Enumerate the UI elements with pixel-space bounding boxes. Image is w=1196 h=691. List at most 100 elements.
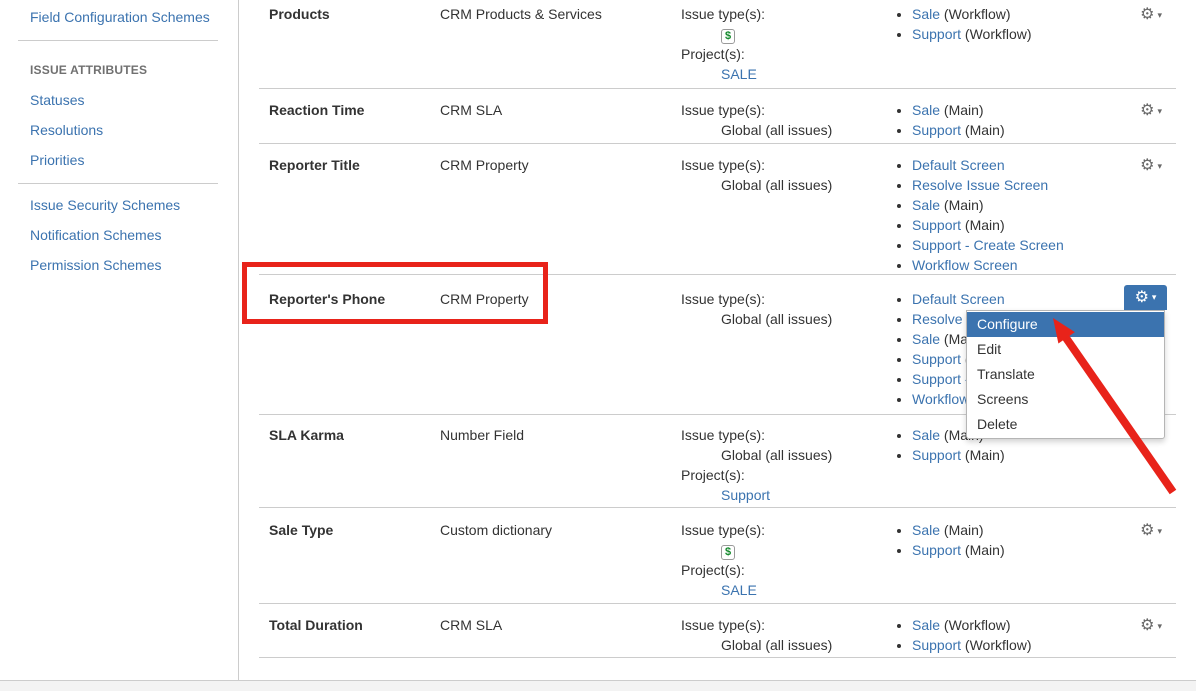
issue-types-value: Global (all issues) [675,445,890,465]
screen-suffix: (Workflow) [961,26,1032,42]
sidebar-item-permission-schemes[interactable]: Permission Schemes [0,251,238,281]
issue-types-value: Global (all issues) [675,635,890,655]
field-context-cell: Issue type(s):Global (all issues) [675,289,890,414]
screen-link[interactable]: Sale [912,617,940,633]
screen-list-item: Support (Main) [912,540,1126,560]
screen-list-item: Support (Main) [912,445,1126,465]
screen-link[interactable]: Support [912,26,961,42]
sidebar-item-field-configuration-schemes[interactable]: Field Configuration Schemes [0,3,238,33]
field-name: Reaction Time [259,100,440,143]
dollar-issue-type-icon: $ [721,29,735,44]
issue-types-label: Issue type(s): [675,520,890,540]
sidebar-item-priorities[interactable]: Priorities [0,146,238,176]
field-context-cell: Issue type(s):Global (all issues) [675,615,890,657]
issue-types-label: Issue type(s): [675,100,890,120]
screen-list-item: Sale (Main) [912,195,1126,215]
issue-types-value: $ [675,540,890,560]
screen-list-item: Resolve Issue Screen [912,175,1126,195]
gear-menu-button[interactable]: ⚙▾ [1140,157,1162,175]
screen-suffix: (Main) [940,102,984,118]
gear-menu-button[interactable]: ⚙▾ [1140,617,1162,635]
issue-types-label: Issue type(s): [675,425,890,445]
project-link[interactable]: SALE [721,582,757,598]
screen-list-item: Default Screen [912,155,1126,175]
screen-link[interactable]: Default Screen [912,291,1005,307]
issue-types-value: Global (all issues) [675,309,890,329]
screen-link[interactable]: Sale [912,522,940,538]
screen-suffix: (Workflow) [961,637,1032,653]
field-context-cell: Issue type(s):Global (all issues) [675,155,890,274]
screen-link[interactable]: Sale [912,427,940,443]
screen-list-item: Sale (Main) [912,100,1126,120]
gear-menu-button[interactable]: ⚙▾ [1140,102,1162,120]
screen-suffix: (Main) [940,197,984,213]
screen-link[interactable]: Default Screen [912,157,1005,173]
screen-link[interactable]: Sale [912,331,940,347]
screen-list-item: Support (Workflow) [912,24,1126,44]
field-actions-cell: ⚙▾ [1126,100,1176,143]
menu-item-translate[interactable]: Translate [967,362,1164,387]
projects-value: Support [675,485,890,505]
screen-link[interactable]: Support [912,122,961,138]
issue-types-label: Issue type(s): [675,155,890,175]
field-actions-cell: ⚙▾ [1126,155,1176,274]
issue-types-value: Global (all issues) [675,175,890,195]
screen-link[interactable]: Support [912,447,961,463]
screen-link[interactable]: Support [912,217,961,233]
screen-link[interactable]: Support [912,351,961,367]
gear-menu-button-active[interactable]: ⚙ ▾ [1124,285,1167,310]
field-screens-cell: Default Screen Resolve Issue Screen Sale (… [890,155,1126,274]
screen-link[interactable]: Resolve Issue Screen [912,177,1048,193]
menu-item-screens[interactable]: Screens [967,387,1164,412]
projects-value: SALE [675,64,890,84]
screen-link[interactable]: Sale [912,6,940,22]
field-type: Number Field [440,425,675,507]
screen-list-item: Sale (Main) [912,520,1126,540]
field-screens-cell: Sale (Main)Support (Main) [890,100,1126,143]
screen-suffix: (Main) [961,542,1005,558]
sidebar-item-issue-security-schemes[interactable]: Issue Security Schemes [0,191,238,221]
field-type: CRM Property [440,289,675,414]
field-type: CRM SLA [440,615,675,657]
menu-item-delete[interactable]: Delete [967,412,1164,437]
menu-item-configure[interactable]: Configure [967,312,1164,337]
gear-icon: ⚙ [1140,617,1154,635]
field-name: Products [259,4,440,88]
screen-link[interactable]: Support [912,637,961,653]
sidebar-item-resolutions[interactable]: Resolutions [0,116,238,146]
field-name: SLA Karma [259,425,440,507]
field-name: Reporter Title [259,155,440,274]
screen-suffix: (Workflow) [940,617,1011,633]
project-link[interactable]: SALE [721,66,757,82]
screen-suffix: (Main) [940,522,984,538]
gear-icon: ⚙ [1140,102,1154,120]
screen-link[interactable]: Sale [912,197,940,213]
screen-link[interactable]: Support [912,542,961,558]
project-link[interactable]: Support [721,487,770,503]
chevron-down-icon: ▾ [1157,106,1162,117]
screen-list-item: Support (Main) [912,120,1126,140]
screen-link[interactable]: Sale [912,102,940,118]
menu-item-edit[interactable]: Edit [967,337,1164,362]
field-type: CRM Property [440,155,675,274]
table-row: Reporter Title CRM Property Issue type(s… [259,144,1176,275]
field-name: Reporter's Phone [259,289,440,414]
field-context-cell: Issue type(s):Global (all issues) [675,100,890,143]
sidebar-item-statuses[interactable]: Statuses [0,86,238,116]
screen-link[interactable]: Support - Create Screen [912,237,1064,253]
field-type: CRM Products & Services [440,4,675,88]
dollar-issue-type-icon: $ [721,545,735,560]
field-context-cell: Issue type(s): $Project(s): SALE [675,520,890,603]
table-row: Total Duration CRM SLA Issue type(s):Glo… [259,604,1176,658]
gear-menu-button[interactable]: ⚙▾ [1140,522,1162,540]
screen-suffix: (Workflow) [940,6,1011,22]
sidebar-item-notification-schemes[interactable]: Notification Schemes [0,221,238,251]
field-screens-cell: Sale (Main)Support (Main) [890,520,1126,603]
screen-link[interactable]: Workflow Screen [912,257,1018,273]
field-name: Total Duration [259,615,440,657]
gear-menu-button[interactable]: ⚙▾ [1140,6,1162,24]
issue-types-label: Issue type(s): [675,289,890,309]
field-context-cell: Issue type(s):Global (all issues)Project… [675,425,890,507]
screen-suffix: (Main) [961,122,1005,138]
projects-label: Project(s): [675,560,890,580]
